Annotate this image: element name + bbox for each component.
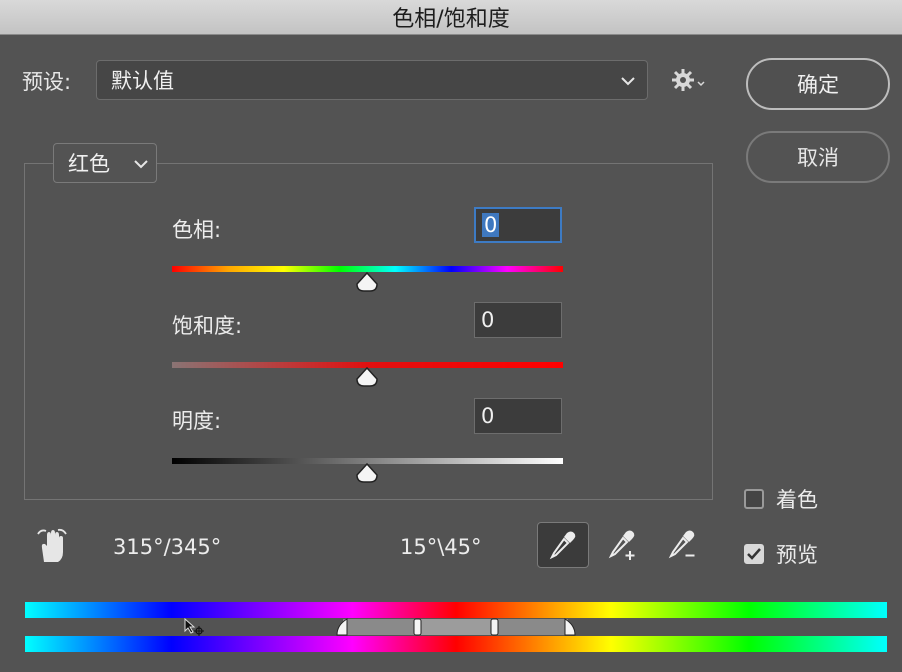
source-color-bar: [25, 602, 887, 618]
adjustment-group: [24, 163, 713, 500]
range-right-readout: 15°\45°: [400, 535, 482, 559]
hue-input[interactable]: 0: [474, 207, 562, 243]
preset-label: 预设:: [22, 70, 72, 94]
preset-value: 默认值: [111, 69, 174, 93]
window-title: 色相/饱和度: [0, 0, 902, 35]
ok-button[interactable]: 确定: [746, 58, 890, 110]
falloff-left[interactable]: [343, 619, 419, 635]
lightness-slider-thumb[interactable]: [355, 463, 379, 483]
preview-box[interactable]: [744, 544, 764, 564]
saturation-input[interactable]: 0: [474, 302, 562, 338]
eyedropper-icon: [549, 531, 576, 560]
result-color-bar: [25, 636, 887, 652]
eyedropper-add-tool[interactable]: [598, 522, 650, 568]
hue-slider-thumb[interactable]: [355, 272, 379, 292]
cancel-button[interactable]: 取消: [746, 131, 890, 183]
eyedropper-subtract-icon: [668, 530, 695, 559]
preset-dropdown[interactable]: 默认值: [96, 60, 648, 100]
saturation-label: 饱和度:: [172, 314, 243, 338]
colorize-checkbox[interactable]: 着色: [744, 484, 818, 514]
range-inner-right-handle[interactable]: [490, 618, 500, 636]
preview-checkbox[interactable]: 预览: [744, 539, 818, 569]
range-left-readout: 315°/345°: [113, 535, 222, 559]
range-outer-right-handle[interactable]: [564, 618, 576, 636]
preview-label: 预览: [776, 543, 818, 567]
lightness-input[interactable]: 0: [474, 398, 562, 434]
hue-value: 0: [482, 213, 500, 237]
color-range-core[interactable]: [419, 619, 495, 635]
lightness-value: 0: [481, 404, 495, 428]
falloff-right[interactable]: [495, 619, 568, 635]
saturation-value: 0: [481, 308, 495, 332]
colorize-box[interactable]: [744, 489, 764, 509]
channel-value: 红色: [68, 152, 110, 176]
eyedropper-add-icon: [608, 530, 635, 560]
colorize-label: 着色: [776, 488, 818, 512]
checkmark-icon: [747, 548, 761, 560]
hue-label: 色相:: [172, 218, 222, 242]
chevron-down-icon: [134, 160, 148, 169]
range-inner-left-handle[interactable]: [413, 618, 423, 636]
chevron-down-icon: [621, 77, 635, 86]
channel-dropdown[interactable]: 红色: [53, 143, 157, 183]
eyedropper-subtract-tool[interactable]: [658, 522, 710, 568]
lightness-label: 明度:: [172, 409, 222, 433]
saturation-slider-thumb[interactable]: [355, 367, 379, 387]
eyedropper-tool[interactable]: [537, 522, 589, 568]
gear-icon[interactable]: [672, 68, 706, 94]
mouse-cursor-icon: [184, 618, 204, 636]
hand-adjust-icon[interactable]: [36, 528, 68, 564]
range-outer-left-handle[interactable]: [336, 618, 348, 636]
